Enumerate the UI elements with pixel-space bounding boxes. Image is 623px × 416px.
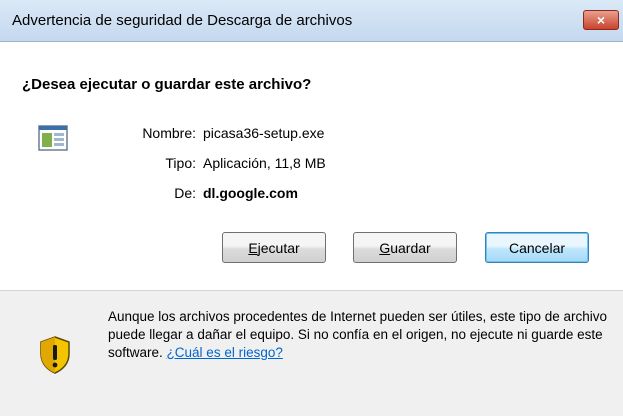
window-title: Advertencia de seguridad de Descarga de … <box>12 12 353 29</box>
risk-link[interactable]: ¿Cuál es el riesgo? <box>167 345 283 360</box>
dialog-question: ¿Desea ejecutar o guardar este archivo? <box>22 76 312 93</box>
run-button[interactable]: Ejecutar <box>222 232 326 263</box>
file-name-value: picasa36-setup.exe <box>203 125 325 141</box>
save-label: uardar <box>390 239 431 256</box>
run-accelerator: E <box>248 239 258 256</box>
file-type-value: Aplicación, 11,8 MB <box>203 155 326 171</box>
type-label: Tipo: <box>165 155 196 171</box>
save-button[interactable]: Guardar <box>353 232 457 263</box>
title-bar[interactable]: Advertencia de seguridad de Descarga de … <box>0 0 623 42</box>
name-label: Nombre: <box>142 125 196 141</box>
close-button[interactable]: × <box>583 10 619 30</box>
source-host-value: dl.google.com <box>203 185 298 201</box>
cancel-button[interactable]: Cancelar <box>485 232 589 263</box>
save-accelerator: G <box>379 239 391 256</box>
from-label: De: <box>174 185 196 201</box>
warning-message: Aunque los archivos procedentes de Inter… <box>108 308 608 362</box>
security-shield-icon <box>40 336 70 374</box>
run-label: jecutar <box>257 239 300 256</box>
executable-file-icon <box>38 125 68 151</box>
